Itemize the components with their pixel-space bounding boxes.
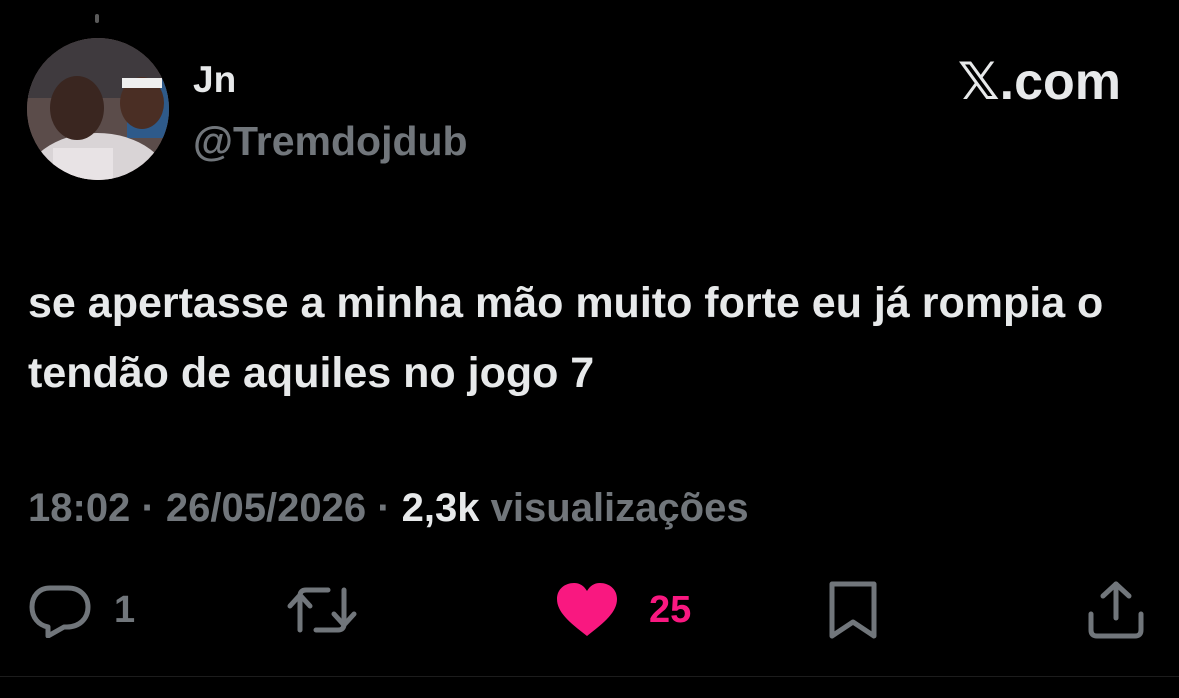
brand-logo: 𝕏.com bbox=[957, 53, 1121, 111]
tweet-text: se apertasse a minha mão muito forte eu … bbox=[28, 279, 1104, 397]
author-handle[interactable]: @Tremdojdub bbox=[193, 117, 468, 165]
views-count: 2,3k bbox=[401, 486, 480, 530]
heart-icon bbox=[557, 583, 617, 636]
tweet-meta: 18:02 · 26/05/2026 · 2,3k visualizações bbox=[28, 483, 749, 533]
meta-separator: · bbox=[377, 486, 391, 530]
divider bbox=[0, 676, 1179, 677]
retweet-icon bbox=[287, 587, 357, 633]
status-indicator-dot bbox=[95, 14, 99, 23]
tweet-date[interactable]: 26/05/2026 bbox=[166, 486, 366, 530]
reply-icon bbox=[29, 585, 91, 638]
like-button[interactable]: 25 bbox=[555, 575, 691, 645]
share-icon bbox=[1088, 581, 1144, 639]
share-button[interactable] bbox=[1087, 575, 1145, 645]
tweet-time[interactable]: 18:02 bbox=[28, 486, 130, 530]
reply-button[interactable]: 1 bbox=[28, 575, 135, 645]
avatar-image bbox=[27, 38, 169, 180]
views-label: visualizações bbox=[490, 486, 749, 530]
retweet-button[interactable] bbox=[286, 575, 380, 645]
like-count: 25 bbox=[649, 589, 692, 631]
reply-count: 1 bbox=[114, 589, 136, 631]
tweet-actions: 1 25 bbox=[0, 575, 1179, 645]
bookmark-button[interactable] bbox=[826, 575, 880, 645]
author-display-name[interactable]: Jn bbox=[193, 58, 236, 102]
avatar[interactable] bbox=[27, 38, 169, 180]
meta-separator: · bbox=[141, 486, 155, 530]
bookmark-icon bbox=[829, 581, 877, 639]
